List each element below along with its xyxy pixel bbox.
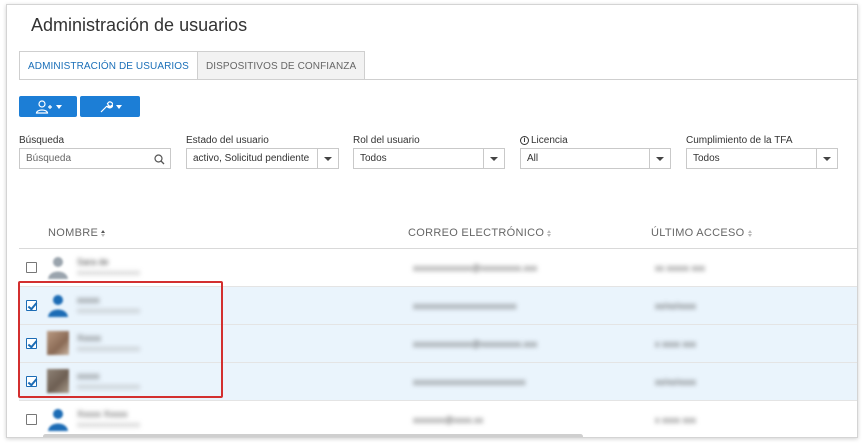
search-icon <box>154 153 165 172</box>
sort-icon <box>547 229 552 237</box>
license-label: i Licencia <box>520 135 568 146</box>
tfa-select[interactable]: Todos <box>686 148 838 169</box>
add-user-button[interactable] <box>19 96 77 117</box>
tab-user-admin[interactable]: ADMINISTRACIÓN DE USUARIOS <box>19 51 198 80</box>
status-select[interactable]: activo, Solicitud pendiente <box>186 148 339 169</box>
user-name: Xxxxx Xxxxx <box>77 409 128 419</box>
user-subtitle: xxxxxxxxxxxxxxxxxx <box>77 270 140 277</box>
info-icon: i <box>520 136 529 145</box>
column-header-email[interactable]: CORREO ELECTRÓNICO <box>408 227 552 239</box>
tfa-value: Todos <box>693 153 720 164</box>
app-window: Administración de usuarios ADMINISTRACIÓ… <box>6 4 858 438</box>
user-email: xxxxxxxxxxxxx@xxxxxxxxx.xxx <box>413 263 538 273</box>
user-last-access: x xxxx xxx <box>655 339 697 349</box>
wrench-icon <box>99 100 113 114</box>
avatar <box>47 369 69 393</box>
horizontal-scrollbar[interactable] <box>43 434 583 437</box>
user-email: xxxxxxx@xxxx.xx <box>413 415 484 425</box>
sort-icon <box>101 229 106 237</box>
chevron-down-icon <box>317 149 338 168</box>
add-user-icon <box>35 99 53 114</box>
avatar <box>47 407 69 431</box>
chevron-down-icon <box>55 104 62 109</box>
row-checkbox[interactable] <box>26 262 37 273</box>
status-value: activo, Solicitud pendiente <box>193 153 310 164</box>
row-checkbox[interactable] <box>26 300 37 311</box>
user-name: xxxxx <box>77 371 100 381</box>
user-email: xxxxxxxxxxxxxxxxxxxxxxxxx <box>413 377 526 387</box>
column-header-last-access[interactable]: ÚLTIMO ACCESO <box>651 227 752 239</box>
user-subtitle: xxxxxxxxxxxxxxxxxx <box>77 422 140 429</box>
user-name: Xxxxx <box>77 333 102 343</box>
license-select[interactable]: All <box>520 148 671 169</box>
column-header-name-label: NOMBRE <box>48 227 99 239</box>
user-last-access: xx/xx/xxxx <box>655 301 697 311</box>
user-subtitle: xxxxxxxxxxxxxxxxxx <box>77 346 140 353</box>
user-last-access: xx xxxxx xxx <box>655 263 706 273</box>
table-row[interactable]: xxxxx xxxxxxxxxxxxxxxxxx xxxxxxxxxxxxxxx… <box>19 287 857 325</box>
user-email: xxxxxxxxxxxxx@xxxxxxxxx.xxx <box>413 339 538 349</box>
row-checkbox[interactable] <box>26 376 37 387</box>
user-email: xxxxxxxxxxxxxxxxxxxxxxx <box>413 301 517 311</box>
role-label: Rol del usuario <box>353 135 420 146</box>
chevron-down-icon <box>115 104 122 109</box>
tab-bar: ADMINISTRACIÓN DE USUARIOS DISPOSITIVOS … <box>19 51 366 80</box>
role-value: Todos <box>360 153 387 164</box>
chevron-down-icon <box>816 149 837 168</box>
avatar <box>47 293 69 317</box>
page-title: Administración de usuarios <box>31 15 248 35</box>
column-header-email-label: CORREO ELECTRÓNICO <box>408 227 545 239</box>
tfa-label: Cumplimiento de la TFA <box>686 135 793 146</box>
avatar <box>47 255 69 279</box>
user-subtitle: xxxxxxxxxxxxxxxxxx <box>77 308 140 315</box>
row-checkbox[interactable] <box>26 338 37 349</box>
tools-button[interactable] <box>80 96 140 117</box>
user-subtitle: xxxxxxxxxxxxxxxxxx <box>77 384 140 391</box>
tab-divider <box>19 79 857 80</box>
avatar <box>47 331 69 355</box>
license-value: All <box>527 153 539 164</box>
row-checkbox[interactable] <box>26 414 37 425</box>
search-placeholder: Búsqueda <box>26 153 72 164</box>
chevron-down-icon <box>483 149 504 168</box>
user-last-access: x xxxx xxx <box>655 415 697 425</box>
column-header-name[interactable]: NOMBRE <box>48 227 106 239</box>
search-input[interactable]: Búsqueda <box>19 148 171 169</box>
role-select[interactable]: Todos <box>353 148 505 169</box>
status-label: Estado del usuario <box>186 135 269 146</box>
user-name: Sara de <box>77 257 109 267</box>
table-row[interactable]: Xxxxx Xxxxx xxxxxxxxxxxxxxxxxx xxxxxxx@x… <box>19 401 857 437</box>
table-row[interactable]: Xxxxx xxxxxxxxxxxxxxxxxx xxxxxxxxxxxxx@x… <box>19 325 857 363</box>
table-row[interactable]: xxxxx xxxxxxxxxxxxxxxxxx xxxxxxxxxxxxxxx… <box>19 363 857 401</box>
tab-trusted-devices[interactable]: DISPOSITIVOS DE CONFIANZA <box>197 51 366 80</box>
search-label: Búsqueda <box>19 135 65 146</box>
table-row[interactable]: Sara de xxxxxxxxxxxxxxxxxx xxxxxxxxxxxxx… <box>19 249 857 287</box>
license-label-text: Licencia <box>531 135 568 146</box>
user-name: xxxxx <box>77 295 100 305</box>
user-last-access: xx/xx/xxxx <box>655 377 697 387</box>
column-header-last-access-label: ÚLTIMO ACCESO <box>651 227 745 239</box>
sort-icon <box>747 229 752 237</box>
chevron-down-icon <box>649 149 670 168</box>
